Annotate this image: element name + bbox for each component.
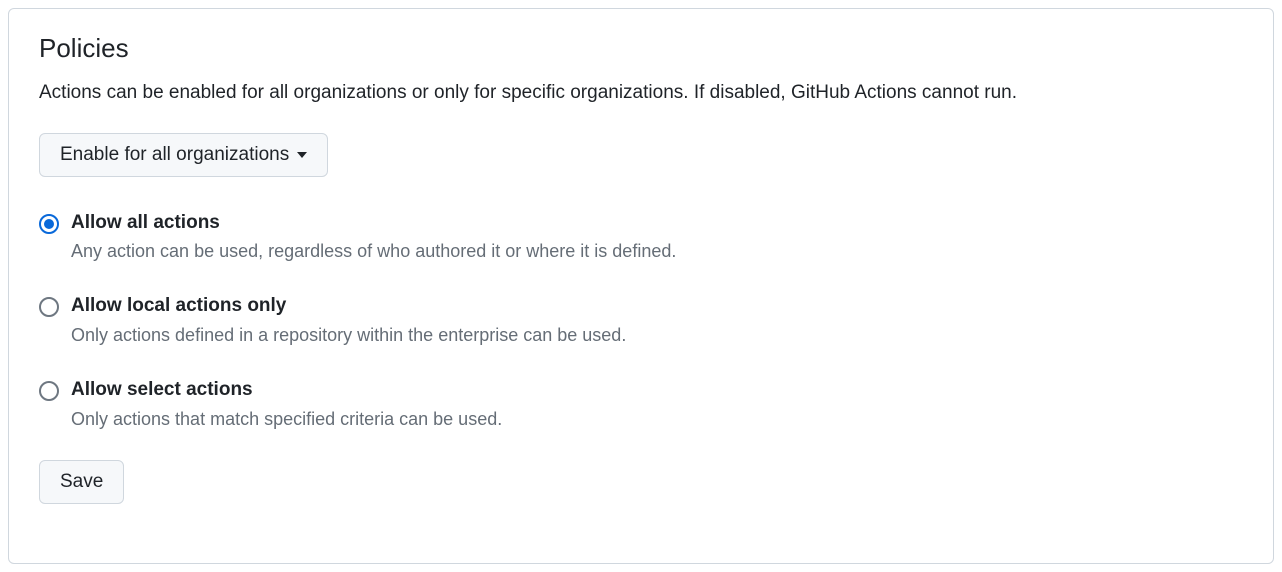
radio-allow-all-actions[interactable]: Allow all actions Any action can be used… bbox=[39, 211, 1243, 265]
policies-panel: Policies Actions can be enabled for all … bbox=[8, 8, 1274, 564]
actions-policy-radio-group: Allow all actions Any action can be used… bbox=[39, 211, 1243, 433]
radio-input-select-actions[interactable] bbox=[39, 381, 59, 401]
dropdown-label: Enable for all organizations bbox=[60, 144, 289, 166]
radio-title: Allow local actions only bbox=[71, 294, 626, 319]
radio-title: Allow all actions bbox=[71, 211, 676, 236]
radio-input-local-only[interactable] bbox=[39, 297, 59, 317]
radio-description: Only actions defined in a repository wit… bbox=[71, 323, 626, 348]
radio-title: Allow select actions bbox=[71, 378, 502, 403]
save-button[interactable]: Save bbox=[39, 460, 124, 504]
radio-description: Only actions that match specified criter… bbox=[71, 407, 502, 432]
policies-heading: Policies bbox=[39, 33, 1243, 64]
radio-allow-select-actions[interactable]: Allow select actions Only actions that m… bbox=[39, 378, 1243, 432]
policies-description: Actions can be enabled for all organizat… bbox=[39, 80, 1243, 107]
caret-down-icon bbox=[297, 152, 307, 158]
radio-description: Any action can be used, regardless of wh… bbox=[71, 239, 676, 264]
radio-input-allow-all[interactable] bbox=[39, 214, 59, 234]
enable-scope-dropdown[interactable]: Enable for all organizations bbox=[39, 133, 328, 177]
radio-allow-local-only[interactable]: Allow local actions only Only actions de… bbox=[39, 294, 1243, 348]
